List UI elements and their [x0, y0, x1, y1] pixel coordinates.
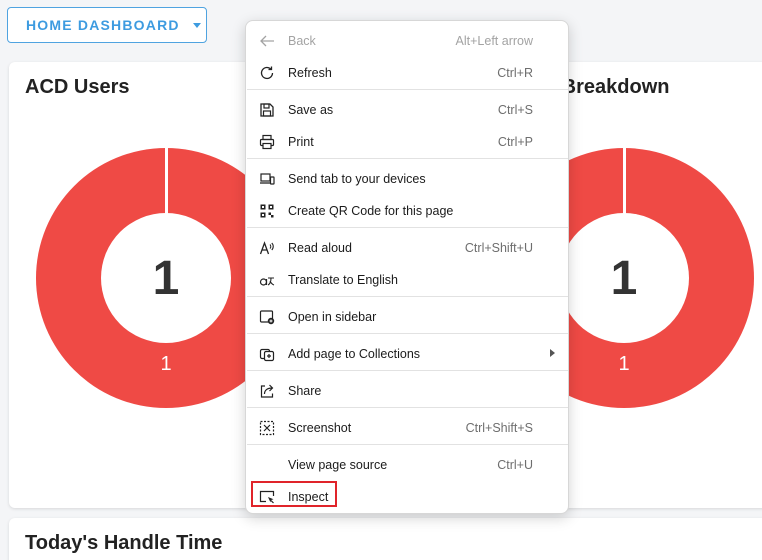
menu-item-label: Refresh — [288, 66, 332, 80]
menu-item-print[interactable]: Print Ctrl+P — [246, 126, 568, 158]
share-icon — [259, 383, 275, 399]
devices-icon — [259, 171, 275, 187]
menu-item-shortcut: Ctrl+R — [497, 66, 533, 80]
menu-item-label: Print — [288, 135, 314, 149]
menu-item-save-as[interactable]: Save as Ctrl+S — [246, 94, 568, 126]
menu-item-shortcut: Ctrl+Shift+S — [465, 421, 533, 435]
menu-item-label: Translate to English — [288, 273, 399, 287]
donut-divider — [165, 148, 168, 218]
menu-item-add-to-collections[interactable]: Add page to Collections — [246, 338, 568, 370]
qr-code-icon — [259, 203, 275, 219]
menu-item-shortcut: Ctrl+S — [497, 103, 533, 117]
submenu-arrow-icon — [550, 349, 555, 357]
screenshot-icon — [259, 420, 275, 436]
back-arrow-icon — [259, 33, 275, 49]
menu-item-shortcut: Ctrl+P — [497, 135, 533, 149]
context-menu: Back Alt+Left arrow Refresh Ctrl+R Save … — [245, 20, 569, 514]
menu-item-shortcut: Alt+Left arrow — [455, 34, 533, 48]
menu-separator — [247, 333, 568, 334]
print-icon — [259, 134, 275, 150]
menu-separator — [247, 227, 568, 228]
menu-item-label: Screenshot — [288, 421, 352, 435]
menu-item-open-in-sidebar[interactable]: Open in sidebar — [246, 301, 568, 333]
card-title: Today's Handle Time — [25, 532, 223, 554]
menu-item-label: View page source — [288, 458, 388, 472]
home-dashboard-label: HOME DASHBOARD — [26, 17, 180, 33]
menu-separator — [247, 407, 568, 408]
menu-item-label: Open in sidebar — [288, 310, 377, 324]
donut-center-value: 1 — [559, 213, 689, 343]
menu-separator — [247, 158, 568, 159]
menu-item-read-aloud[interactable]: Read aloud Ctrl+Shift+U — [246, 232, 568, 264]
read-aloud-icon — [259, 240, 275, 256]
donut-center-value: 1 — [101, 213, 231, 343]
donut-divider — [623, 148, 626, 218]
save-icon — [259, 102, 275, 118]
menu-separator — [247, 89, 568, 90]
menu-item-label: Save as — [288, 103, 334, 117]
card-title: ACD Users — [25, 76, 130, 98]
dropdown-caret-icon — [192, 22, 201, 28]
refresh-icon — [259, 65, 275, 81]
sidebar-icon — [259, 309, 275, 325]
translate-icon — [259, 272, 275, 288]
menu-item-refresh[interactable]: Refresh Ctrl+R — [246, 57, 568, 89]
menu-separator — [247, 370, 568, 371]
menu-separator — [247, 296, 568, 297]
home-dashboard-button[interactable]: HOME DASHBOARD — [7, 7, 207, 43]
menu-item-label: Add page to Collections — [288, 347, 421, 361]
menu-item-screenshot[interactable]: Screenshot Ctrl+Shift+S — [246, 412, 568, 444]
menu-item-shortcut: Ctrl+U — [497, 458, 533, 472]
menu-item-label: Read aloud — [288, 241, 352, 255]
collections-icon — [259, 346, 275, 362]
inspect-highlight-box — [251, 481, 337, 507]
menu-item-qr-code[interactable]: Create QR Code for this page — [246, 195, 568, 227]
menu-item-label: Share — [288, 384, 322, 398]
menu-item-view-source[interactable]: View page source Ctrl+U — [246, 449, 568, 481]
menu-item-shortcut: Ctrl+Shift+U — [464, 241, 533, 255]
menu-item-label: Create QR Code for this page — [288, 204, 454, 218]
menu-item-translate[interactable]: Translate to English — [246, 264, 568, 296]
menu-item-send-tab[interactable]: Send tab to your devices — [246, 163, 568, 195]
menu-item-label: Send tab to your devices — [288, 172, 426, 186]
menu-item-back[interactable]: Back Alt+Left arrow — [246, 25, 568, 57]
menu-separator — [247, 444, 568, 445]
handle-time-card: Today's Handle Time — [9, 518, 762, 560]
menu-item-share[interactable]: Share — [246, 375, 568, 407]
menu-item-label: Back — [288, 34, 316, 48]
